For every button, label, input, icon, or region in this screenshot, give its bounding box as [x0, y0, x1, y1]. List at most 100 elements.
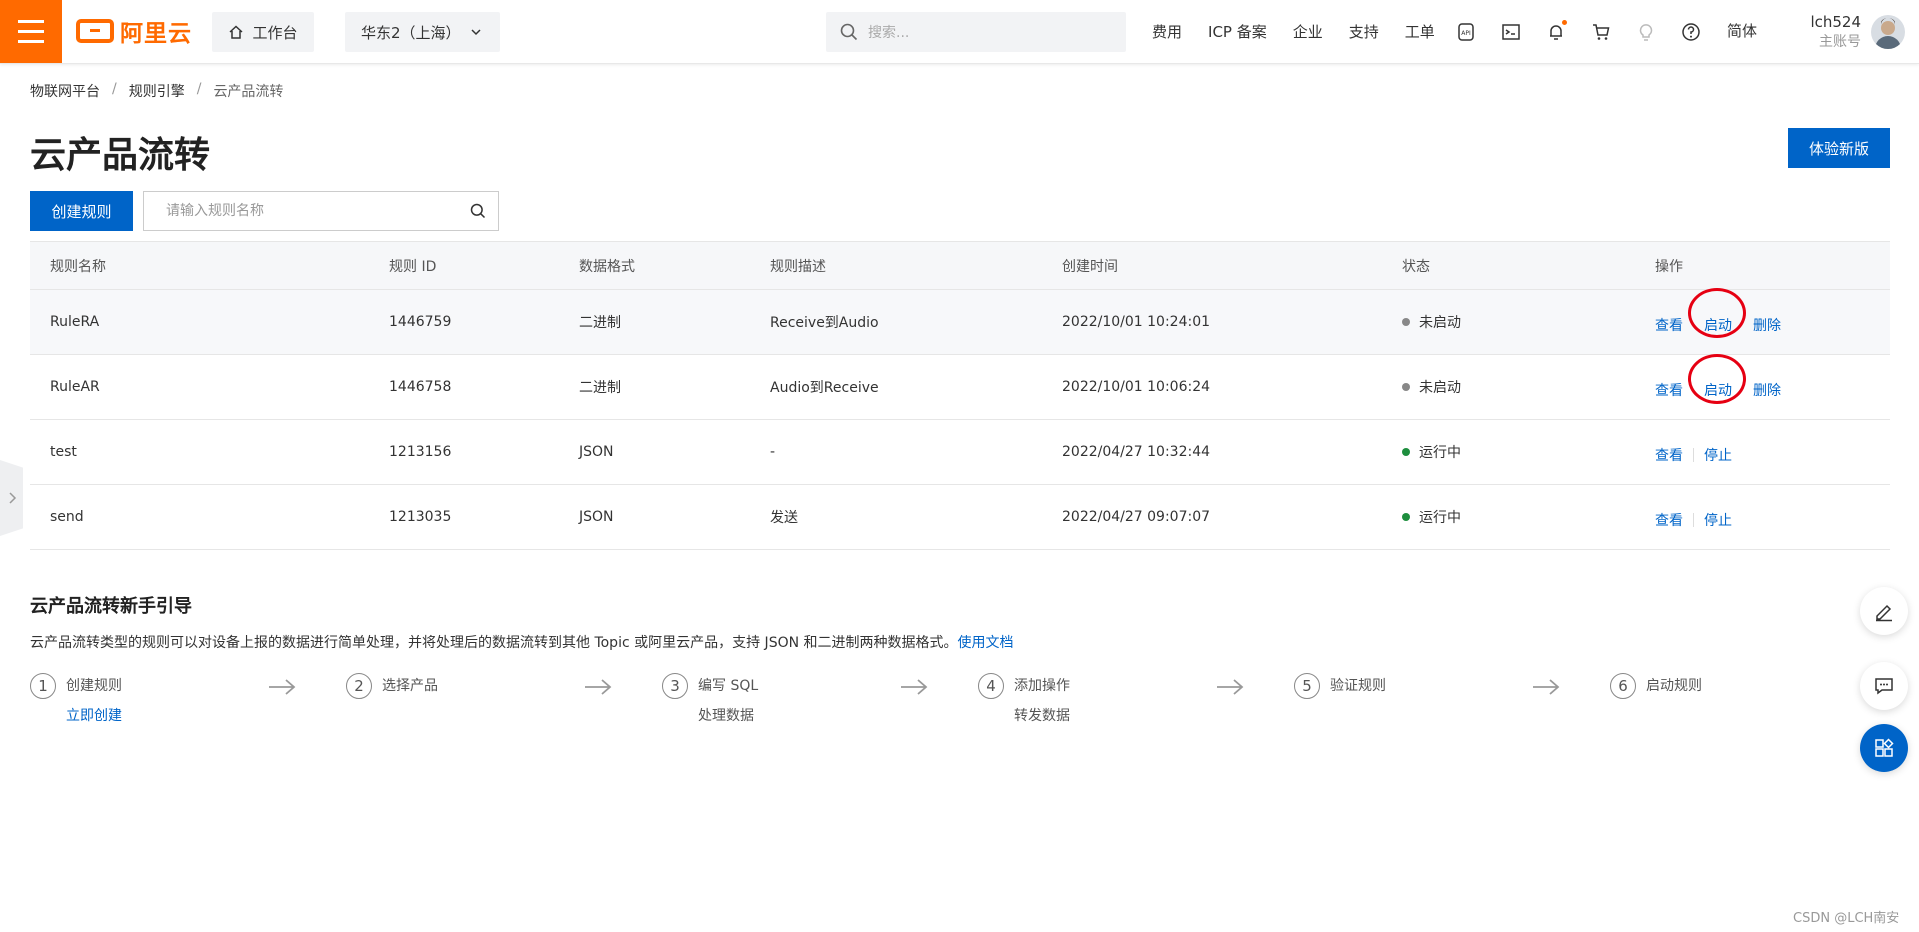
stop-link[interactable]: 停止: [1704, 445, 1732, 465]
avatar[interactable]: [1871, 15, 1905, 49]
annotation-circle: [1688, 288, 1746, 338]
rule-name-search: [143, 191, 499, 231]
rule-name-search-input[interactable]: [164, 202, 448, 220]
workbench-button[interactable]: 工作台: [212, 12, 314, 52]
rule-name: send: [50, 509, 84, 525]
chat-button[interactable]: [1860, 662, 1908, 710]
edit-icon: [1876, 604, 1892, 622]
step-number: 6: [1610, 673, 1636, 699]
header-data-format: 数据格式: [579, 258, 635, 275]
workbench-label: 工作台: [252, 23, 298, 42]
arrow-right-icon: [585, 679, 612, 695]
create-now-link[interactable]: 立即创建: [66, 701, 122, 731]
header-actions: 操作: [1655, 258, 1683, 275]
try-new-version-button[interactable]: 体验新版: [1788, 128, 1890, 168]
lightbulb-icon[interactable]: [1634, 20, 1658, 44]
delete-link[interactable]: 删除: [1753, 315, 1781, 335]
global-search-input[interactable]: 搜索...: [826, 12, 1126, 52]
row-actions: 查看 停止: [1655, 510, 1732, 530]
side-panel-toggle[interactable]: [0, 460, 23, 536]
rule-name: RuleRA: [50, 314, 100, 330]
cart-icon[interactable]: [1589, 20, 1613, 44]
status-dot: [1402, 513, 1410, 521]
guide-step: 5 验证规则: [1294, 673, 1386, 701]
nav-link-ticket[interactable]: 工单: [1405, 21, 1435, 42]
table-row: test 1213156 JSON - 2022/04/27 10:32:44 …: [30, 420, 1890, 485]
rule-format: 二进制: [579, 380, 621, 396]
watermark: CSDN @LCH南安: [1793, 911, 1900, 926]
feedback-button[interactable]: [1860, 587, 1908, 635]
breadcrumb-rule-engine[interactable]: 规则引擎: [129, 81, 185, 101]
arrow-right-icon: [269, 679, 296, 695]
guide-step: 4 添加操作 转发数据: [978, 673, 1070, 731]
home-icon: [229, 25, 243, 39]
nav-link-support[interactable]: 支持: [1349, 21, 1379, 42]
guide-description-text: 云产品流转类型的规则可以对设备上报的数据进行简单处理，并将处理后的数据流转到其他…: [30, 635, 958, 651]
chevron-down-icon: [471, 29, 481, 36]
terminal-icon[interactable]: [1499, 20, 1523, 44]
guide-description: 云产品流转类型的规则可以对设备上报的数据进行简单处理，并将处理后的数据流转到其他…: [30, 632, 1014, 652]
rule-format: 二进制: [579, 315, 621, 331]
nav-link-fees[interactable]: 费用: [1152, 21, 1182, 42]
page-title: 云产品流转: [30, 135, 211, 176]
step-number: 5: [1294, 673, 1320, 699]
user-account[interactable]: lch524 主账号: [1776, 12, 1861, 52]
status-text: 未启动: [1419, 380, 1461, 396]
step-label: 编写 SQL: [698, 678, 759, 694]
rule-id: 1213156: [389, 444, 452, 460]
rule-created-time: 2022/04/27 10:32:44: [1062, 444, 1211, 460]
search-icon[interactable]: [470, 203, 486, 219]
stop-link[interactable]: 停止: [1704, 510, 1732, 530]
guide-title: 云产品流转新手引导: [30, 596, 192, 617]
rule-id: 1446758: [389, 379, 452, 395]
aliyun-logo[interactable]: 阿里云: [76, 16, 192, 47]
svg-text:API: API: [1461, 30, 1471, 37]
header-created-time: 创建时间: [1062, 258, 1118, 275]
breadcrumb-separator: /: [112, 81, 117, 97]
arrow-right-icon: [1217, 679, 1244, 695]
guide-step: 1 创建规则 立即创建: [30, 673, 122, 731]
annotation-circle: [1688, 354, 1746, 404]
rule-id: 1446759: [389, 314, 452, 330]
arrow-right-icon: [1533, 679, 1560, 695]
api-icon[interactable]: API: [1454, 20, 1478, 44]
row-actions: 查看 停止: [1655, 445, 1732, 465]
step-sublabel: 处理数据: [698, 708, 754, 724]
doc-link[interactable]: 使用文档: [958, 635, 1014, 651]
action-divider: [1693, 513, 1694, 527]
nav-link-enterprise[interactable]: 企业: [1293, 21, 1323, 42]
breadcrumb-current: 云产品流转: [213, 84, 284, 100]
view-link[interactable]: 查看: [1655, 445, 1683, 465]
view-link[interactable]: 查看: [1655, 315, 1683, 335]
region-label: 华东2（上海）: [361, 23, 461, 42]
language-switch[interactable]: 简体: [1727, 20, 1757, 41]
apps-grid-icon: [1875, 738, 1894, 757]
hamburger-menu-button[interactable]: [0, 0, 62, 63]
help-icon[interactable]: [1679, 20, 1703, 44]
rules-table: 规则名称 规则 ID 数据格式 规则描述 创建时间 状态 操作 RuleRA 1…: [30, 241, 1890, 550]
apps-button[interactable]: [1860, 724, 1908, 772]
status-text: 运行中: [1419, 510, 1461, 526]
step-sublabel: 转发数据: [1014, 708, 1070, 724]
step-label: 创建规则: [66, 678, 122, 694]
user-name: lch524: [1810, 13, 1861, 31]
region-selector[interactable]: 华东2（上海）: [345, 12, 500, 52]
rule-name: RuleAR: [50, 379, 100, 395]
breadcrumb-iot-platform[interactable]: 物联网平台: [30, 81, 100, 101]
chat-icon: [1875, 678, 1893, 695]
rule-description: -: [770, 444, 776, 460]
rule-description: Audio到Receive: [770, 380, 879, 396]
status-dot: [1402, 383, 1410, 391]
status-badge: 运行中: [1402, 507, 1461, 527]
create-rule-button[interactable]: 创建规则: [30, 191, 133, 231]
view-link[interactable]: 查看: [1655, 510, 1683, 530]
rule-id: 1213035: [389, 509, 452, 525]
table-row: RuleAR 1446758 二进制 Audio到Receive 2022/10…: [30, 354, 1890, 420]
notification-dot: [1562, 19, 1567, 25]
view-link[interactable]: 查看: [1655, 380, 1683, 400]
bell-icon[interactable]: [1544, 19, 1568, 44]
delete-link[interactable]: 删除: [1753, 380, 1781, 400]
nav-link-icp[interactable]: ICP 备案: [1208, 21, 1267, 42]
status-badge: 未启动: [1402, 312, 1461, 332]
chevron-right-icon: [8, 492, 16, 504]
